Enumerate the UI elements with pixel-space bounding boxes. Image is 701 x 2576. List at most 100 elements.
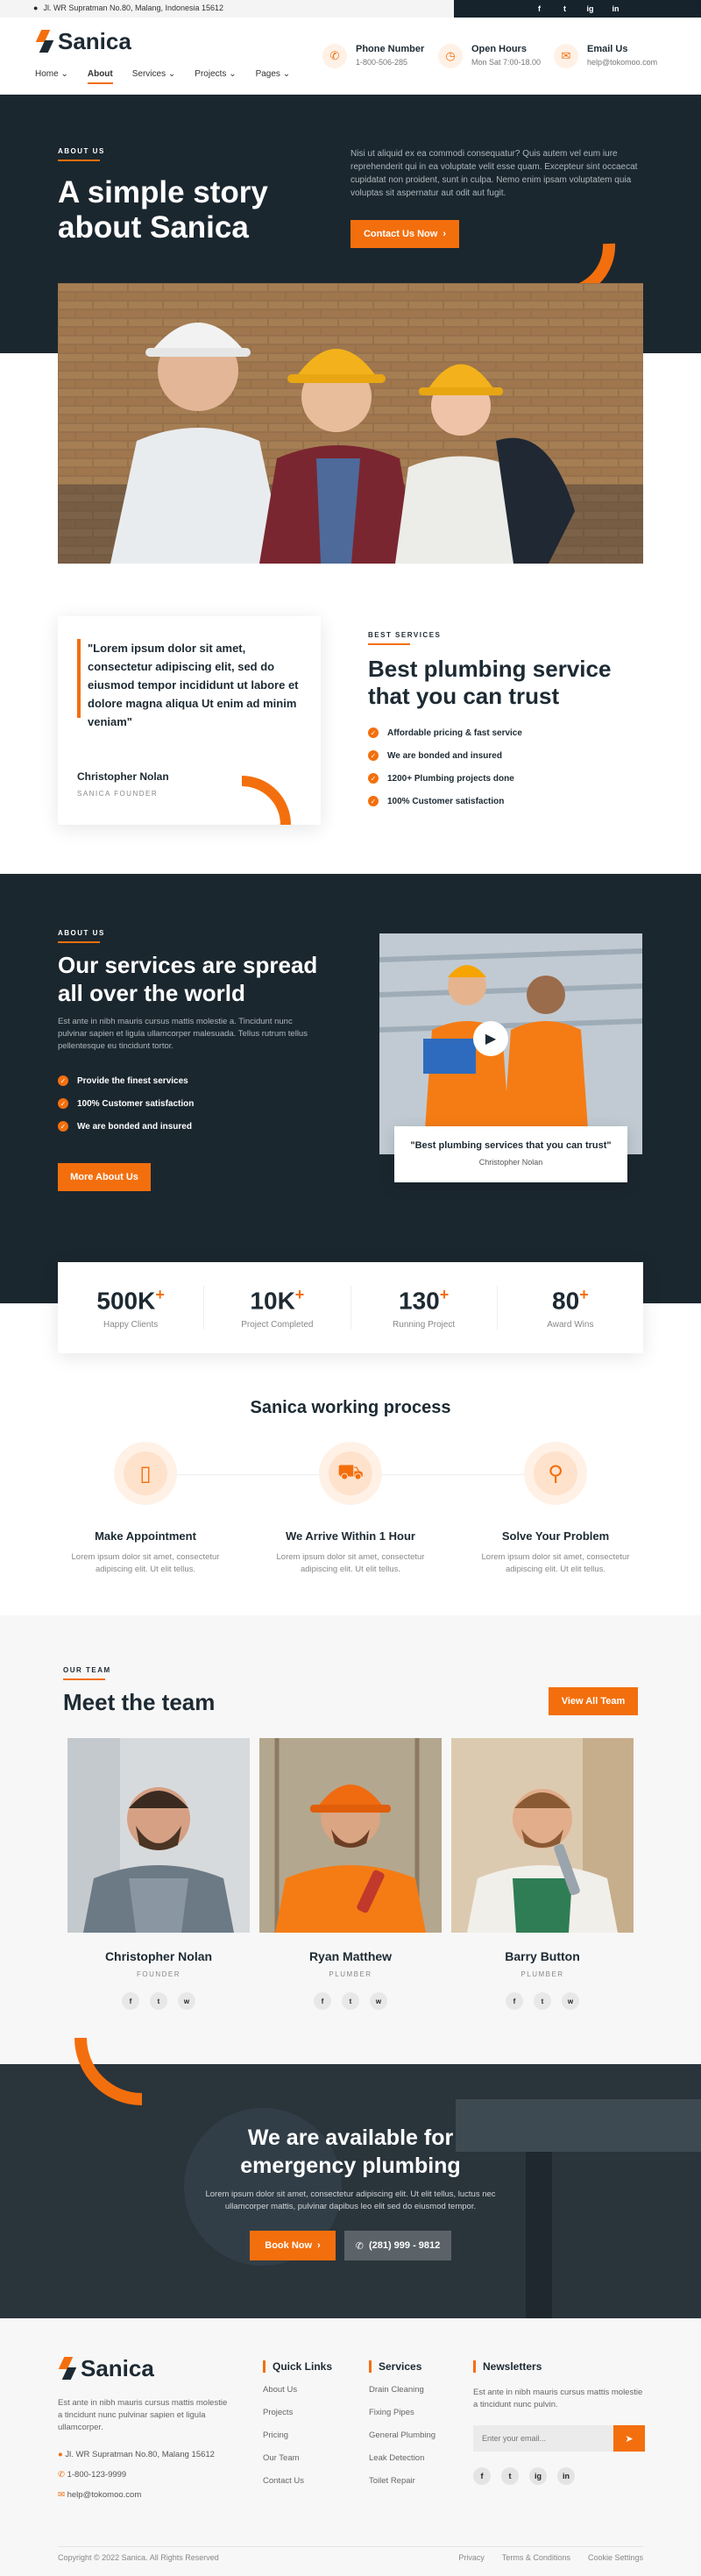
facebook-icon[interactable]: f (122, 1992, 139, 2010)
footer-address: ● Jl. WR Supratman No.80, Malang 15612 (58, 2450, 215, 2459)
footer-link[interactable]: Leak Detection (369, 2453, 435, 2463)
plus-icon: + (294, 1285, 305, 1303)
hero-eyebrow: ABOUT US (58, 147, 105, 161)
brand-logo[interactable]: Sanica (35, 28, 131, 55)
footer-quick-links: Quick Links About Us Projects Pricing Ou… (263, 2360, 332, 2499)
play-button[interactable]: ▶ (473, 1021, 508, 1056)
nav-about[interactable]: About (87, 69, 113, 84)
chevron-down-icon: ⌄ (229, 69, 237, 79)
facebook-icon[interactable]: f (473, 2467, 491, 2485)
main-nav: Home ⌄ About Services ⌄ Projects ⌄ Pages… (35, 69, 290, 84)
book-now-button[interactable]: Book Now › (250, 2231, 336, 2260)
whatsapp-icon[interactable]: w (562, 1992, 579, 2010)
footer-link[interactable]: General Plumbing (369, 2431, 435, 2440)
twitter-icon[interactable]: t (342, 1992, 359, 2010)
twitter-icon[interactable]: t (534, 1992, 551, 2010)
view-all-team-button[interactable]: View All Team (549, 1687, 638, 1715)
contact-us-button[interactable]: Contact Us Now › (350, 220, 459, 248)
footer-link[interactable]: Contact Us (263, 2476, 332, 2486)
nav-projects[interactable]: Projects ⌄ (195, 69, 236, 84)
whatsapp-icon[interactable]: w (370, 1992, 387, 2010)
member-role: FOUNDER (136, 1970, 181, 1978)
footer-link[interactable]: Projects (263, 2408, 332, 2417)
twitter-icon[interactable]: t (559, 4, 570, 15)
call-phone-button[interactable]: ✆ (281) 999 - 9812 (344, 2231, 451, 2260)
video-thumbnail[interactable] (379, 933, 642, 1154)
facebook-icon[interactable]: f (506, 1992, 523, 2010)
services-text: Est ante in nibh mauris cursus mattis mo… (58, 1017, 308, 1051)
video-caption-card: "Best plumbing services that you can tru… (394, 1126, 627, 1182)
footer-logo[interactable]: Sanica (58, 2355, 154, 2382)
process-step-1: ▯ Make Appointment Lorem ipsum dolor sit… (58, 1442, 233, 1576)
privacy-link[interactable]: Privacy (458, 2553, 485, 2562)
member-photo (451, 1738, 634, 1933)
footer-link[interactable]: Drain Cleaning (369, 2385, 435, 2395)
phone-icon: ✆ (355, 2240, 364, 2252)
header-email[interactable]: ✉ Email Us help@tokomoo.com (554, 44, 657, 68)
cookie-settings-link[interactable]: Cookie Settings (588, 2553, 643, 2562)
process-step-2: ⛟ We Arrive Within 1 Hour Lorem ipsum do… (263, 1442, 438, 1576)
location-pin-icon: ● (33, 4, 39, 12)
team-section: OUR TEAM Meet the team View All Team Chr… (0, 1615, 701, 2064)
footer-link[interactable]: About Us (263, 2385, 332, 2395)
linkedin-icon[interactable]: in (557, 2467, 575, 2485)
newsletter-email-input[interactable] (473, 2425, 613, 2452)
header-hours: ◷ Open Hours Mon Sat 7:00-18.00 (438, 44, 541, 68)
footer-link[interactable]: Fixing Pipes (369, 2408, 435, 2417)
check-icon: ✓ (368, 750, 379, 761)
send-button[interactable]: ➤ (613, 2425, 645, 2452)
check-icon: ✓ (58, 1098, 68, 1109)
mail-icon: ✉ (554, 44, 578, 68)
address-text: Jl. WR Supratman No.80, Malang, Indonesi… (43, 4, 224, 12)
quote-role: SANICA FOUNDER (77, 790, 159, 798)
list-item: ✓ 100% Customer satisfaction (368, 796, 522, 806)
brand-name: Sanica (81, 2355, 154, 2381)
nav-home[interactable]: Home ⌄ (35, 69, 68, 84)
whatsapp-icon[interactable]: w (178, 1992, 195, 2010)
facebook-icon[interactable]: f (314, 1992, 331, 2010)
stat-happy-clients: 500K+ Happy Clients (58, 1285, 205, 1331)
footer-link[interactable]: Toilet Repair (369, 2476, 435, 2486)
chevron-down-icon: ⌄ (167, 69, 176, 79)
member-role: PLUMBER (329, 1970, 372, 1978)
terms-link[interactable]: Terms & Conditions (502, 2553, 570, 2562)
twitter-icon[interactable]: t (150, 1992, 167, 2010)
phone-icon: ✆ (322, 44, 347, 68)
team-hero-photo (58, 283, 643, 564)
copyright-text: Copyright © 2022 Sanica. All Rights Rese… (58, 2553, 219, 2562)
header-phone[interactable]: ✆ Phone Number 1-800-506-285 (322, 44, 424, 68)
services-title: Our services are spread all over the worl… (58, 952, 318, 1006)
phone-icon: ▯ (124, 1451, 167, 1495)
list-item: ✓ 1200+ Plumbing projects done (368, 773, 522, 784)
quote-text: "Lorem ipsum dolor sit amet, consectetur… (88, 642, 299, 728)
best-eyebrow: BEST SERVICES (368, 631, 441, 645)
team-member: Barry Button PLUMBER ftw (451, 1738, 634, 2010)
plus-icon: + (439, 1285, 450, 1303)
footer-link[interactable]: Pricing (263, 2431, 332, 2440)
clock-icon: ◷ (438, 44, 463, 68)
list-item: ✓ 100% Customer satisfaction (58, 1098, 194, 1109)
quick-links-title: Quick Links (263, 2360, 332, 2373)
linkedin-icon[interactable]: in (610, 4, 621, 15)
site-footer: Sanica Est ante in nibh mauris cursus ma… (0, 2318, 701, 2576)
hours-value: Mon Sat 7:00-18.00 (471, 58, 542, 67)
footer-email[interactable]: ✉ help@tokomoo.com (58, 2490, 215, 2500)
newsletter-title: Newsletters (473, 2360, 645, 2373)
top-social-bar: f t ig in (454, 0, 701, 18)
footer-link[interactable]: Our Team (263, 2453, 332, 2463)
footer-phone[interactable]: ✆ 1-800-123-9999 (58, 2470, 215, 2480)
twitter-icon[interactable]: t (501, 2467, 519, 2485)
stat-running-projects: 130+ Running Project (351, 1285, 498, 1331)
decor-arc-icon (74, 2037, 143, 2105)
list-item: ✓ We are bonded and insured (368, 750, 522, 761)
instagram-icon[interactable]: ig (584, 4, 596, 15)
best-title: Best plumbing service that you can trust (368, 656, 612, 709)
footer-divider (58, 2546, 643, 2547)
facebook-icon[interactable]: f (534, 4, 545, 15)
truck-icon: ⛟ (329, 1451, 372, 1495)
instagram-icon[interactable]: ig (529, 2467, 547, 2485)
nav-services[interactable]: Services ⌄ (132, 69, 176, 84)
nav-pages[interactable]: Pages ⌄ (256, 69, 291, 84)
more-about-us-button[interactable]: More About Us (58, 1163, 151, 1191)
newsletter-form: ➤ (473, 2425, 645, 2452)
